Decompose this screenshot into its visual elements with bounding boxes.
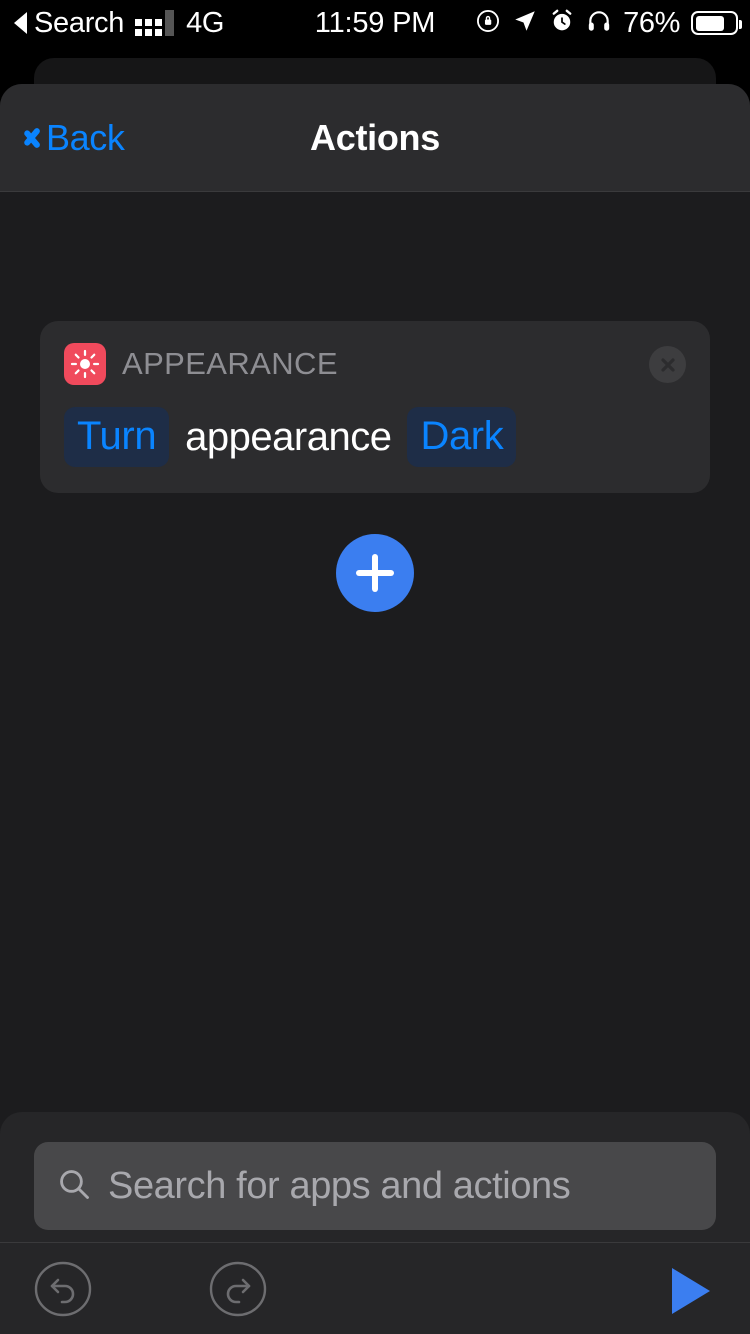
phone-screen: Search 4G 11:59 PM 76% Back Actions APPE… <box>0 0 750 1334</box>
add-action-button[interactable] <box>336 534 414 612</box>
action-statement-text: appearance <box>185 415 392 459</box>
back-button-label: Back <box>46 116 125 158</box>
action-card-appearance[interactable]: APPEARANCE Turn appearance Dark <box>40 321 710 493</box>
status-bar-right: 76% <box>475 0 742 46</box>
redo-icon[interactable] <box>208 1260 268 1323</box>
location-arrow-icon <box>512 8 538 39</box>
play-icon[interactable] <box>660 1262 718 1325</box>
chevron-left-icon <box>18 119 40 157</box>
search-icon <box>56 1166 92 1207</box>
actions-list: APPEARANCE Turn appearance Dark <box>0 192 750 1192</box>
rotation-lock-icon <box>475 8 501 39</box>
headphones-icon <box>586 8 612 39</box>
status-bar: Search 4G 11:59 PM 76% <box>0 0 750 46</box>
action-parameter-turn[interactable]: Turn <box>64 407 170 467</box>
action-parameter-appearance[interactable]: Dark <box>407 407 517 467</box>
clock-label: 11:59 PM <box>314 6 436 39</box>
battery-percent-label: 76% <box>623 6 680 39</box>
search-placeholder: Search for apps and actions <box>108 1164 571 1207</box>
close-x-icon[interactable] <box>649 346 686 383</box>
editor-toolbar <box>0 1242 750 1334</box>
action-card-header: APPEARANCE <box>64 343 686 385</box>
action-statement: Turn appearance Dark <box>64 407 686 467</box>
alarm-clock-icon <box>549 8 575 39</box>
action-app-name: APPEARANCE <box>122 346 338 381</box>
search-sheet: Search for apps and actions <box>0 1112 750 1334</box>
navigation-bar: Back Actions <box>0 84 750 192</box>
battery-icon <box>691 11 742 35</box>
back-button[interactable]: Back <box>18 116 125 159</box>
search-input[interactable]: Search for apps and actions <box>34 1142 716 1230</box>
brightness-sun-icon <box>64 343 106 385</box>
undo-icon[interactable] <box>33 1260 93 1323</box>
